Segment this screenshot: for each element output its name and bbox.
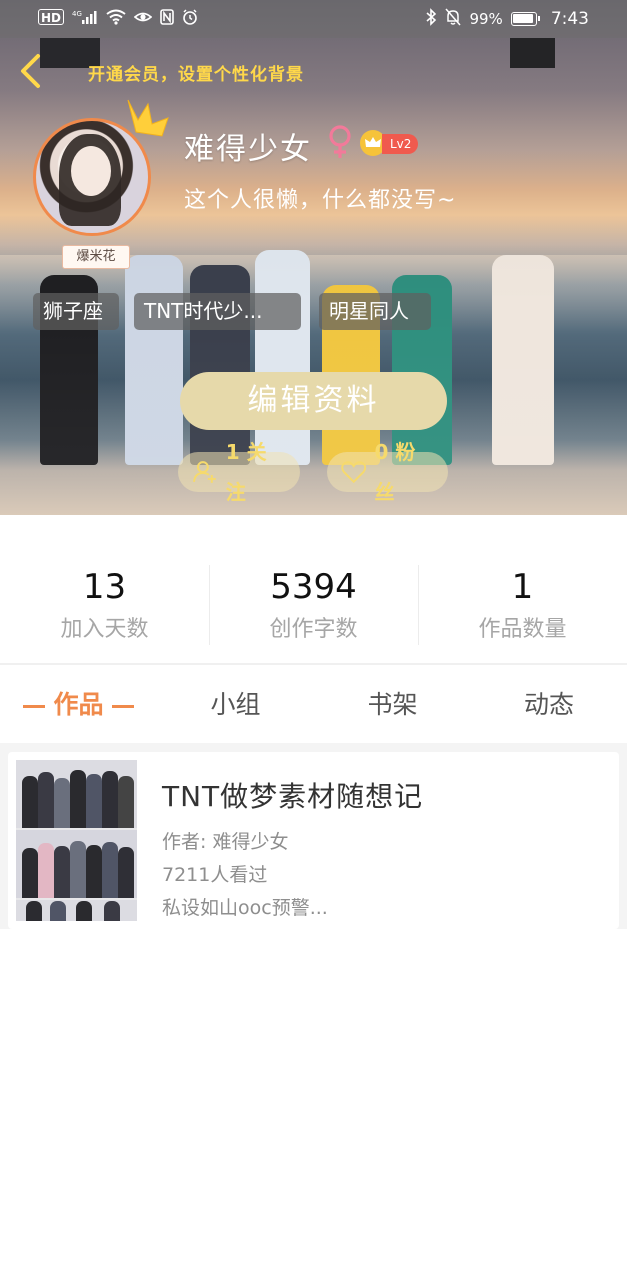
network-type: 4G bbox=[72, 10, 82, 18]
stat-label: 作品数量 bbox=[478, 617, 567, 642]
tab-bookshelf[interactable]: 书架 bbox=[314, 665, 471, 743]
status-right: 99% 7:43 bbox=[425, 8, 589, 30]
following-count: 1 关注 bbox=[225, 440, 267, 504]
cover-person bbox=[86, 774, 102, 828]
tag-chip[interactable]: 明星同人 bbox=[319, 293, 431, 330]
cover-person bbox=[50, 901, 66, 921]
stat-value: 1 bbox=[511, 567, 534, 607]
battery-icon bbox=[510, 12, 540, 26]
level-badge: Lv2 bbox=[382, 134, 419, 154]
work-author: 作者: 难得少女 bbox=[162, 831, 289, 853]
cover-person bbox=[38, 772, 54, 828]
female-gender-icon bbox=[329, 125, 351, 158]
battery-percent: 99% bbox=[469, 10, 503, 28]
stat-label: 创作字数 bbox=[269, 617, 358, 642]
profile-bio: 这个人很懒，什么都没写~ bbox=[184, 188, 457, 213]
cover-person bbox=[102, 771, 118, 828]
following-button[interactable]: 1 关注 bbox=[178, 440, 300, 504]
work-cover-image bbox=[16, 760, 137, 921]
work-title: TNT做梦素材随想记 bbox=[162, 780, 424, 813]
cover-person bbox=[38, 843, 54, 898]
stat-value: 13 bbox=[82, 567, 127, 607]
profile-stats: 13 加入天数 5394 创作字数 1 作品数量 bbox=[0, 515, 627, 665]
cover-photo-strip bbox=[16, 830, 137, 898]
wifi-icon bbox=[106, 9, 126, 25]
cover-photo-strip bbox=[16, 760, 137, 828]
tab-indicator bbox=[23, 704, 46, 708]
status-bar: HD 4G 99% 7:43 bbox=[0, 0, 627, 38]
stat-label: 加入天数 bbox=[60, 617, 149, 642]
followers-count: 0 粉丝 bbox=[374, 440, 416, 504]
edit-profile-button[interactable]: 编辑资料 bbox=[180, 372, 447, 430]
cover-photo-strip bbox=[16, 900, 137, 921]
username: 难得少女 bbox=[184, 132, 312, 167]
tab-groups[interactable]: 小组 bbox=[157, 665, 314, 743]
mute-bell-icon bbox=[445, 8, 462, 30]
add-user-icon bbox=[192, 461, 216, 483]
avatar-crown-icon bbox=[127, 99, 169, 137]
stat-word-count: 5394 创作字数 bbox=[209, 565, 418, 643]
work-card[interactable]: TNT做梦素材随想记 作者: 难得少女 7211人看过 私设如山ooc预警... bbox=[8, 752, 619, 929]
work-intro: 私设如山ooc预警... bbox=[162, 897, 328, 919]
vip-background-promo-link[interactable]: 开通会员，设置个性化背景 bbox=[88, 60, 304, 85]
alarm-icon bbox=[182, 9, 198, 25]
clock: 7:43 bbox=[550, 9, 589, 29]
back-button[interactable] bbox=[16, 52, 46, 90]
cover-person bbox=[104, 901, 120, 921]
works-list: TNT做梦素材随想记 作者: 难得少女 7211人看过 私设如山ooc预警... bbox=[0, 743, 627, 929]
cover-person bbox=[26, 901, 42, 921]
eye-comfort-icon bbox=[133, 9, 153, 25]
cover-person bbox=[54, 778, 70, 828]
tab-works[interactable]: 作品 bbox=[0, 665, 157, 743]
cover-person bbox=[102, 842, 118, 898]
avatar-face bbox=[71, 146, 111, 196]
status-left: HD 4G bbox=[38, 9, 198, 25]
profile-tabs: 作品 小组 书架 动态 bbox=[0, 665, 627, 743]
stat-join-days: 13 加入天数 bbox=[0, 565, 209, 643]
heart-icon bbox=[341, 461, 367, 484]
cover-person bbox=[70, 770, 86, 828]
cover-person bbox=[86, 845, 102, 898]
back-arrow-icon bbox=[21, 54, 40, 88]
stat-works-count: 1 作品数量 bbox=[418, 565, 627, 643]
hd-icon: HD bbox=[38, 9, 65, 25]
cover-person bbox=[118, 776, 134, 828]
cover-person bbox=[118, 847, 134, 898]
tab-indicator bbox=[111, 704, 134, 708]
bluetooth-icon bbox=[425, 8, 437, 30]
avatar-badge: 爆米花 bbox=[62, 245, 130, 269]
cover-person bbox=[22, 848, 38, 898]
cover-person bbox=[76, 901, 92, 921]
cover-person bbox=[54, 846, 70, 898]
stat-value: 5394 bbox=[270, 567, 357, 607]
nfc-icon bbox=[160, 9, 174, 25]
tab-activity[interactable]: 动态 bbox=[471, 665, 627, 743]
tag-chip[interactable]: TNT时代少... bbox=[134, 293, 301, 330]
cellular-signal-icon: 4G bbox=[72, 9, 98, 25]
tag-chip[interactable]: 狮子座 bbox=[33, 293, 119, 330]
cover-person bbox=[22, 776, 38, 828]
followers-button[interactable]: 0 粉丝 bbox=[327, 440, 448, 504]
cover-person bbox=[70, 841, 86, 898]
work-views: 7211人看过 bbox=[162, 864, 268, 886]
tab-label: 作品 bbox=[53, 690, 104, 719]
